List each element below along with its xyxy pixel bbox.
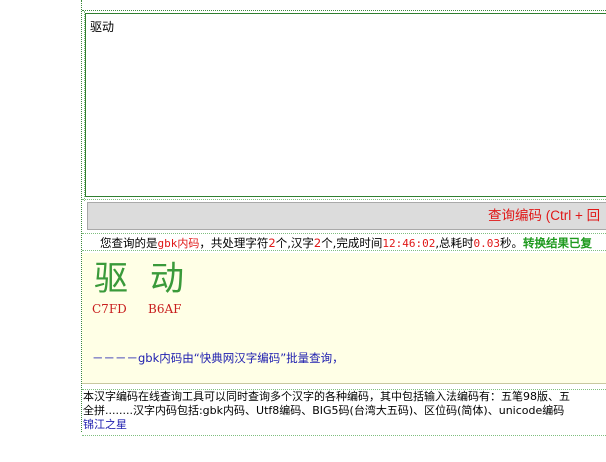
button-row: 查询编码 (Ctrl + 回 [82,199,606,234]
status-char-count: 2 [268,236,276,250]
status-prefix: 您查询的是 [100,236,158,250]
result-char: 驱 [94,259,128,299]
status-part1: ，共处理字符 [199,236,269,250]
description-line: 本汉字编码在线查询工具可以同时查询多个汉字的各种编码，其中包括输入法编码有：五笔… [83,390,570,403]
result-code: B6AF [148,302,182,316]
result-char: 动 [150,259,184,299]
status-elapsed: 0.03 [473,237,500,250]
status-encoding: gbk内码 [157,237,200,250]
query-textarea[interactable]: 驱动 [85,13,606,197]
description-line: 全拼........汉字内码包括:gbk内码、Utf8编码、BIG5码(台湾大五… [83,404,565,417]
result-copied-note: 转换结果已复 [522,236,592,250]
result-panel: 驱 动 C7FD B6AF －－－－gbk内码由“快典网汉字编码”批量查询， [82,253,606,384]
jinjiang-link[interactable]: 锦江之星 [82,418,606,432]
status-part4: ,总耗时 [435,236,474,250]
result-code: C7FD [92,302,127,316]
status-part5: 秒。 [499,236,523,250]
status-time: 12:46:02 [382,237,436,250]
top-divider [82,0,606,11]
batch-query-credit: －－－－gbk内码由“快典网汉字编码”批量查询， [92,351,344,365]
tool-description: 本汉字编码在线查询工具可以同时查询多个汉字的各种编码，其中包括输入法编码有：五笔… [82,389,606,436]
status-part3: 个,完成时间 [321,236,383,250]
status-line: 您查询的是gbk内码，共处理字符2个,汉字2个,完成时间12:46:02,总耗时… [82,233,606,251]
query-encoding-button[interactable]: 查询编码 (Ctrl + 回 [87,202,606,230]
status-part2: 个,汉字 [275,236,314,250]
